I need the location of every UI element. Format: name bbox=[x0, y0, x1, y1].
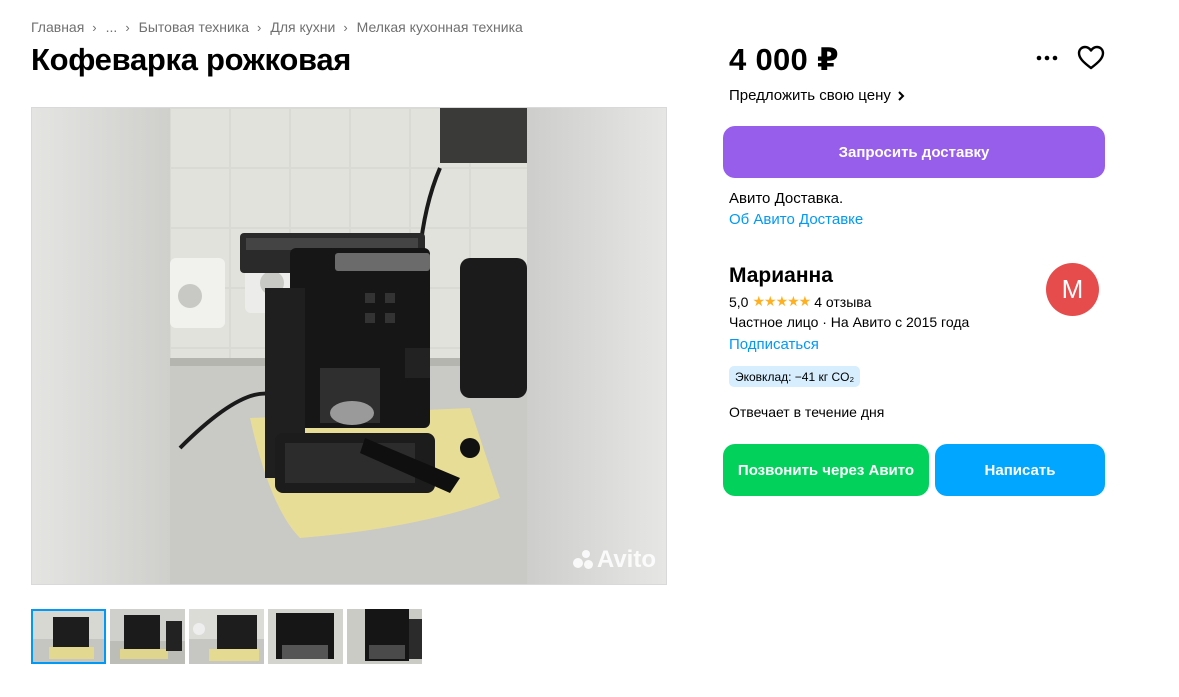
avito-logo-icon bbox=[572, 550, 593, 570]
page-title: Кофеварка рожковая bbox=[31, 42, 352, 77]
chevron-right-icon: › bbox=[92, 19, 97, 35]
eco-contribution-badge[interactable]: Эковклад: −41 кг CO₂ bbox=[729, 366, 861, 387]
heart-outline-icon[interactable] bbox=[1077, 45, 1105, 71]
thumbnail-1[interactable] bbox=[31, 609, 106, 664]
breadcrumb-appliances[interactable]: Бытовая техника bbox=[139, 19, 249, 35]
rating-value: 5,0 bbox=[729, 293, 749, 310]
thumbnail-image bbox=[268, 609, 343, 664]
price: 4 000 ₽ bbox=[729, 42, 839, 77]
chevron-right-icon: › bbox=[125, 19, 130, 35]
avito-watermark: Avito bbox=[572, 546, 656, 574]
photo-gallery[interactable]: Avito bbox=[31, 107, 667, 585]
thumbnail-3[interactable] bbox=[189, 609, 264, 664]
more-horizontal-icon[interactable] bbox=[1035, 48, 1059, 68]
about-delivery-link[interactable]: Об Авито Доставке bbox=[729, 211, 863, 228]
thumbnail-image bbox=[31, 609, 106, 664]
thumbnail-4[interactable] bbox=[268, 609, 343, 664]
thumbnail-strip bbox=[31, 609, 422, 664]
subscribe-link[interactable]: Подписаться bbox=[729, 336, 819, 353]
breadcrumb-ellipsis[interactable]: ... bbox=[106, 19, 118, 35]
call-via-avito-button[interactable]: Позвонить через Авито bbox=[723, 444, 929, 496]
write-message-button[interactable]: Написать bbox=[935, 444, 1105, 496]
request-delivery-button[interactable]: Запросить доставку bbox=[723, 126, 1105, 178]
chevron-right-icon: › bbox=[343, 19, 348, 35]
gallery-blur-right bbox=[526, 108, 666, 584]
main-photo[interactable] bbox=[170, 108, 527, 584]
breadcrumb-home[interactable]: Главная bbox=[31, 19, 84, 35]
offer-price-label: Предложить свою цену bbox=[729, 87, 891, 104]
avatar[interactable]: М bbox=[1046, 263, 1099, 316]
gallery-blur-left bbox=[32, 108, 170, 584]
thumbnail-2[interactable] bbox=[110, 609, 185, 664]
coffee-machine-photo bbox=[170, 108, 527, 584]
thumbnail-image bbox=[110, 609, 185, 664]
breadcrumb: Главная › ... › Бытовая техника › Для ку… bbox=[31, 19, 523, 35]
chevron-right-icon: › bbox=[257, 19, 262, 35]
seller-rating: 5,0 ★★★★★ 4 отзыва bbox=[729, 293, 871, 310]
reviews-link[interactable]: 4 отзыва bbox=[814, 294, 871, 310]
thumbnail-image bbox=[347, 609, 422, 664]
thumbnail-image bbox=[189, 609, 264, 664]
seller-info: Частное лицо · На Авито с 2015 года bbox=[729, 314, 970, 330]
breadcrumb-kitchen[interactable]: Для кухни bbox=[270, 19, 335, 35]
chevron-right-icon bbox=[898, 90, 905, 101]
response-time: Отвечает в течение дня bbox=[729, 404, 885, 420]
rating-stars-icon: ★★★★★ bbox=[752, 293, 811, 309]
offer-price-link[interactable]: Предложить свою цену bbox=[729, 87, 905, 104]
thumbnail-5[interactable] bbox=[347, 609, 422, 664]
watermark-text: Avito bbox=[596, 546, 656, 573]
seller-name[interactable]: Марианна bbox=[729, 264, 833, 288]
delivery-text: Авито Доставка. bbox=[729, 190, 844, 207]
breadcrumb-small-kitchen[interactable]: Мелкая кухонная техника bbox=[357, 19, 523, 35]
